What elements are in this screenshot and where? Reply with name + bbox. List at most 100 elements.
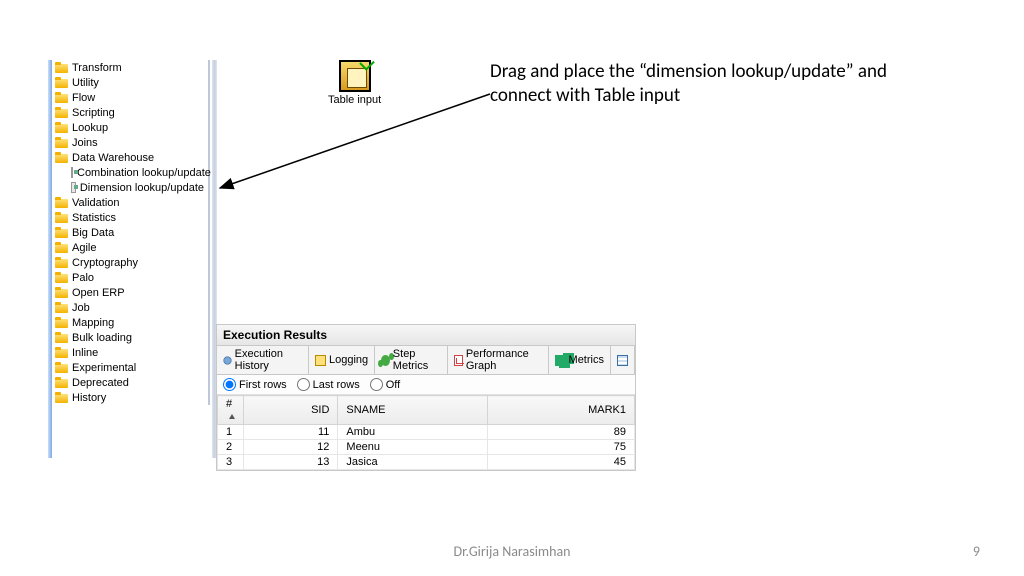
tree-label: Lookup: [72, 122, 108, 134]
footer-author: Dr.Girija Narasimhan: [0, 543, 1024, 560]
cell: 11: [244, 425, 338, 440]
perf-icon: [454, 355, 463, 366]
col-mark1[interactable]: MARK1: [488, 396, 635, 425]
sidebar-accent: [48, 60, 52, 458]
tree-label: Experimental: [72, 362, 136, 374]
tree-item-validation[interactable]: Validation: [55, 195, 204, 210]
tree-item-flow[interactable]: Flow: [55, 90, 204, 105]
cell: Jasica: [338, 455, 488, 470]
cell: 75: [488, 440, 635, 455]
cell: 12: [244, 440, 338, 455]
radio-label: Last rows: [313, 379, 360, 391]
metrics-icon: [555, 355, 566, 366]
folder-icon: [55, 197, 68, 208]
folder-icon: [55, 347, 68, 358]
tree-item-experimental[interactable]: Experimental: [55, 360, 204, 375]
sort-asc-icon: [229, 414, 235, 419]
folder-icon: [55, 92, 68, 103]
tree-label: Deprecated: [72, 377, 129, 389]
tree-item-transform[interactable]: Transform: [55, 60, 204, 75]
tree-item-mapping[interactable]: Mapping: [55, 315, 204, 330]
steps-icon: [381, 355, 390, 366]
tree-item-dimension-lookup[interactable]: Dimension lookup/update: [55, 180, 204, 195]
tree-item-deprecated[interactable]: Deprecated: [55, 375, 204, 390]
col-sname[interactable]: SNAME: [338, 396, 488, 425]
log-icon: [315, 355, 326, 366]
tab-preview-data[interactable]: [611, 346, 635, 374]
folder-icon: [55, 137, 68, 148]
tree-item-agile[interactable]: Agile: [55, 240, 204, 255]
table-input-icon: [339, 60, 371, 92]
tree-label: Joins: [72, 137, 98, 149]
folder-icon: [55, 242, 68, 253]
execution-tabs: Execution History Logging Step Metrics P…: [217, 346, 635, 375]
tab-metrics[interactable]: Metrics: [549, 346, 611, 374]
tab-label: Execution History: [235, 348, 302, 372]
page-number: 9: [973, 543, 980, 560]
grid-icon: [617, 355, 628, 366]
folder-icon: [55, 122, 68, 133]
tree-item-bulk-loading[interactable]: Bulk loading: [55, 330, 204, 345]
folder-icon: [55, 77, 68, 88]
tree-label: Dimension lookup/update: [80, 182, 204, 194]
tree-item-job[interactable]: Job: [55, 300, 204, 315]
tree-label: Big Data: [72, 227, 114, 239]
tab-step-metrics[interactable]: Step Metrics: [375, 346, 448, 374]
tree-item-palo[interactable]: Palo: [55, 270, 204, 285]
cell: 13: [244, 455, 338, 470]
tree-label: Transform: [72, 62, 122, 74]
tree-item-data-warehouse[interactable]: Data Warehouse: [55, 150, 204, 165]
radio-label: Off: [386, 379, 400, 391]
radio-off[interactable]: Off: [370, 378, 400, 391]
folder-icon: [55, 152, 68, 163]
tree-label: Palo: [72, 272, 94, 284]
step-icon: [71, 182, 76, 193]
col-sid[interactable]: SID: [244, 396, 338, 425]
tree-label: Flow: [72, 92, 95, 104]
table-input-label: Table input: [328, 94, 381, 106]
tree-item-cryptography[interactable]: Cryptography: [55, 255, 204, 270]
tree-item-open-erp[interactable]: Open ERP: [55, 285, 204, 300]
table-row[interactable]: 1 11 Ambu 89: [218, 425, 635, 440]
folder-icon: [55, 392, 68, 403]
tab-performance-graph[interactable]: Performance Graph: [448, 346, 549, 374]
tree-label: History: [72, 392, 106, 404]
folder-icon: [55, 317, 68, 328]
tree-label: Cryptography: [72, 257, 138, 269]
folder-icon: [55, 257, 68, 268]
tree-item-big-data[interactable]: Big Data: [55, 225, 204, 240]
tree-item-history[interactable]: History: [55, 390, 204, 405]
tab-label: Step Metrics: [393, 348, 441, 372]
tree-label: Open ERP: [72, 287, 125, 299]
cell: 3: [218, 455, 244, 470]
tree-item-scripting[interactable]: Scripting: [55, 105, 204, 120]
tree-label: Scripting: [72, 107, 115, 119]
results-table: # SID SNAME MARK1 1 11 Ambu 89 2 12 Meen…: [217, 395, 635, 470]
cell: Meenu: [338, 440, 488, 455]
tree-item-inline[interactable]: Inline: [55, 345, 204, 360]
tab-execution-history[interactable]: Execution History: [217, 346, 309, 374]
radio-last-rows[interactable]: Last rows: [297, 378, 360, 391]
annotation-text: Drag and place the “dimension lookup/upd…: [490, 60, 950, 108]
table-row[interactable]: 3 13 Jasica 45: [218, 455, 635, 470]
tree-item-statistics[interactable]: Statistics: [55, 210, 204, 225]
tree-item-lookup[interactable]: Lookup: [55, 120, 204, 135]
tree-item-joins[interactable]: Joins: [55, 135, 204, 150]
tree-item-utility[interactable]: Utility: [55, 75, 204, 90]
col-rownum[interactable]: #: [218, 396, 244, 425]
tab-label: Logging: [329, 354, 368, 366]
folder-icon: [55, 272, 68, 283]
tree-label: Inline: [72, 347, 98, 359]
cell: 1: [218, 425, 244, 440]
tree-item-combination-lookup[interactable]: Combination lookup/update: [55, 165, 204, 180]
table-input-step[interactable]: Table input: [328, 60, 381, 106]
table-header-row: # SID SNAME MARK1: [218, 396, 635, 425]
folder-icon: [55, 227, 68, 238]
tree-label: Validation: [72, 197, 120, 209]
tab-label: Metrics: [569, 354, 604, 366]
tree-label: Mapping: [72, 317, 114, 329]
tree-label: Combination lookup/update: [77, 167, 211, 179]
radio-first-rows[interactable]: First rows: [223, 378, 287, 391]
table-row[interactable]: 2 12 Meenu 75: [218, 440, 635, 455]
tab-logging[interactable]: Logging: [309, 346, 375, 374]
